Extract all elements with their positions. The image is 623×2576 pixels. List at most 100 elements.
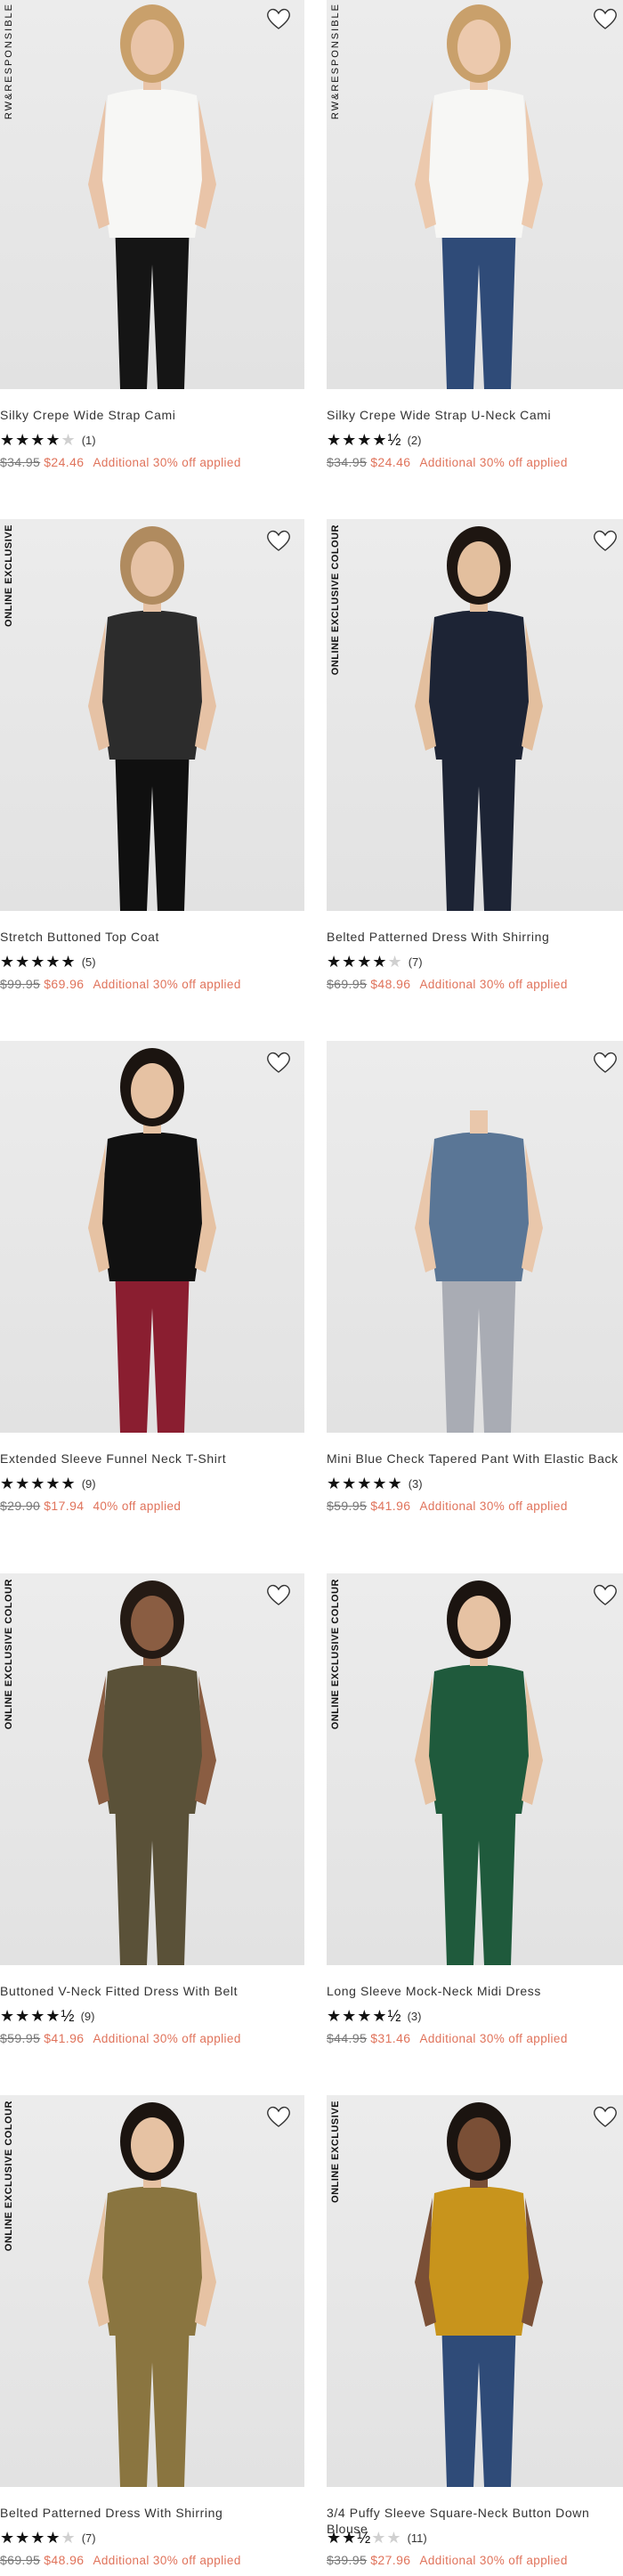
product-image[interactable]: RW&RESPONSIBLE: [327, 0, 623, 389]
original-price: $69.95: [327, 977, 368, 991]
review-count: (7): [408, 955, 423, 969]
rating-row: ★★½★★ (11): [327, 2530, 623, 2546]
star-rating: ★★★★★: [0, 431, 77, 449]
star-rating: ★★★★★: [0, 2529, 77, 2547]
rating-row: ★★★★★ (7): [327, 954, 623, 970]
price-row: $44.95 $31.46 Additional 30% off applied: [327, 2031, 623, 2045]
promo-text: Additional 30% off applied: [419, 2554, 568, 2567]
star-rating: ★★★★★: [0, 953, 77, 971]
product-card[interactable]: ONLINE EXCLUSIVE Stretch Buttoned Top Coa…: [0, 519, 304, 991]
sale-price: $41.96: [44, 2031, 85, 2045]
review-count: (9): [81, 1476, 96, 1491]
product-image[interactable]: [0, 1041, 304, 1433]
product-title[interactable]: 3/4 Puffy Sleeve Square-Neck Button Down…: [327, 2505, 623, 2536]
sale-price: $24.46: [370, 455, 411, 469]
product-card[interactable]: RW&RESPONSIBLE Silky Crepe Wide Strap U-N…: [327, 0, 623, 469]
original-price: $59.95: [0, 2031, 41, 2045]
price-row: $29.90 $17.94 40% off applied: [0, 1499, 304, 1513]
product-image[interactable]: ONLINE EXCLUSIVE COLOUR: [327, 519, 623, 911]
original-price: $29.90: [0, 1499, 41, 1513]
sale-price: $48.96: [44, 2553, 85, 2567]
star-rating: ★★★★★: [327, 953, 403, 971]
product-title[interactable]: Long Sleeve Mock-Neck Midi Dress: [327, 1983, 623, 1999]
product-title[interactable]: Stretch Buttoned Top Coat: [0, 929, 304, 945]
product-card[interactable]: Extended Sleeve Funnel Neck T-Shirt ★★★★★…: [0, 1041, 304, 1513]
sale-price: $24.46: [44, 455, 85, 469]
product-image[interactable]: ONLINE EXCLUSIVE COLOUR: [0, 2095, 304, 2487]
rating-row: ★★★★★ (1): [0, 432, 304, 448]
product-title[interactable]: Silky Crepe Wide Strap Cami: [0, 407, 304, 423]
product-image[interactable]: [327, 1041, 623, 1433]
product-card[interactable]: ONLINE EXCLUSIVE COLOUR Belted Patterned …: [0, 2095, 304, 2567]
star-rating: ★★½★★: [327, 2529, 402, 2547]
original-price: $69.95: [0, 2553, 41, 2567]
product-card[interactable]: ONLINE EXCLUSIVE COLOUR Buttoned V-Neck F…: [0, 1573, 304, 2045]
sale-price: $27.96: [370, 2553, 411, 2567]
wishlist-heart-icon[interactable]: [592, 1582, 619, 1607]
rating-row: ★★★★½ (3): [327, 2008, 623, 2024]
sale-price: $31.46: [370, 2031, 411, 2045]
product-title[interactable]: Extended Sleeve Funnel Neck T-Shirt: [0, 1451, 304, 1467]
promo-text: Additional 30% off applied: [419, 456, 568, 469]
promo-text: Additional 30% off applied: [419, 2032, 568, 2045]
price-row: $69.95 $48.96 Additional 30% off applied: [0, 2553, 304, 2567]
exclusive-badge: ONLINE EXCLUSIVE: [4, 524, 14, 627]
model-photo: [88, 1581, 216, 1965]
review-count: (1): [81, 433, 96, 447]
wishlist-heart-icon[interactable]: [592, 6, 619, 31]
model-photo: [415, 2102, 543, 2487]
review-count: (9): [80, 2009, 95, 2023]
star-rating: ★★★★★: [327, 1475, 403, 1492]
product-title[interactable]: Belted Patterned Dress With Shirring: [327, 929, 623, 945]
rating-row: ★★★★★ (7): [0, 2530, 304, 2546]
product-title[interactable]: Mini Blue Check Tapered Pant With Elasti…: [327, 1451, 623, 1467]
wishlist-heart-icon[interactable]: [265, 1050, 292, 1075]
rating-row: ★★★★★ (9): [0, 1475, 304, 1491]
product-image[interactable]: ONLINE EXCLUSIVE: [327, 2095, 623, 2487]
promo-text: Additional 30% off applied: [93, 978, 241, 991]
product-card[interactable]: ONLINE EXCLUSIVE COLOUR Long Sleeve Mock-…: [327, 1573, 623, 2045]
wishlist-heart-icon[interactable]: [592, 1050, 619, 1075]
original-price: $34.95: [327, 455, 368, 469]
product-image[interactable]: ONLINE EXCLUSIVE COLOUR: [0, 1573, 304, 1965]
promo-text: Additional 30% off applied: [93, 2554, 241, 2567]
product-image[interactable]: ONLINE EXCLUSIVE: [0, 519, 304, 911]
wishlist-heart-icon[interactable]: [265, 1582, 292, 1607]
wishlist-heart-icon[interactable]: [592, 2104, 619, 2129]
star-rating: ★★★★½: [327, 2007, 402, 2025]
product-title[interactable]: Buttoned V-Neck Fitted Dress With Belt: [0, 1983, 304, 1999]
wishlist-heart-icon[interactable]: [265, 2104, 292, 2129]
sale-price: $41.96: [370, 1499, 411, 1513]
wishlist-heart-icon[interactable]: [592, 528, 619, 553]
star-rating: ★★★★½: [0, 2007, 76, 2025]
product-title[interactable]: Belted Patterned Dress With Shirring: [0, 2505, 304, 2521]
product-image[interactable]: ONLINE EXCLUSIVE COLOUR: [327, 1573, 623, 1965]
product-card[interactable]: ONLINE EXCLUSIVE 3/4 Puffy Sleeve Square-…: [327, 2095, 623, 2567]
sale-price: $17.94: [44, 1499, 85, 1513]
price-row: $69.95 $48.96 Additional 30% off applied: [327, 977, 623, 991]
model-photo: [88, 526, 216, 911]
wishlist-heart-icon[interactable]: [265, 528, 292, 553]
exclusive-badge: ONLINE EXCLUSIVE COLOUR: [330, 524, 341, 676]
empty-stars: ★★: [371, 2529, 402, 2547]
product-card[interactable]: ONLINE EXCLUSIVE COLOUR Belted Patterned …: [327, 519, 623, 991]
review-count: (11): [407, 2531, 427, 2545]
rating-row: ★★★★½ (9): [0, 2008, 304, 2024]
sale-price: $48.96: [370, 977, 411, 991]
star-rating: ★★★★½: [327, 431, 402, 449]
wishlist-heart-icon[interactable]: [265, 6, 292, 31]
model-photo: [415, 1581, 543, 1965]
product-image[interactable]: RW&RESPONSIBLE: [0, 0, 304, 389]
price-row: $34.95 $24.46 Additional 30% off applied: [0, 455, 304, 469]
model-photo: [88, 1048, 216, 1433]
product-title[interactable]: Silky Crepe Wide Strap U-Neck Cami: [327, 407, 623, 423]
review-count: (3): [407, 2009, 422, 2023]
original-price: $59.95: [327, 1499, 368, 1513]
product-card[interactable]: Mini Blue Check Tapered Pant With Elasti…: [327, 1041, 623, 1513]
original-price: $39.95: [327, 2553, 368, 2567]
product-card[interactable]: RW&RESPONSIBLE Silky Crepe Wide Strap Cam…: [0, 0, 304, 469]
promo-text: Additional 30% off applied: [93, 2032, 241, 2045]
model-photo: [88, 2102, 216, 2487]
review-count: (5): [81, 955, 96, 969]
original-price: $44.95: [327, 2031, 368, 2045]
